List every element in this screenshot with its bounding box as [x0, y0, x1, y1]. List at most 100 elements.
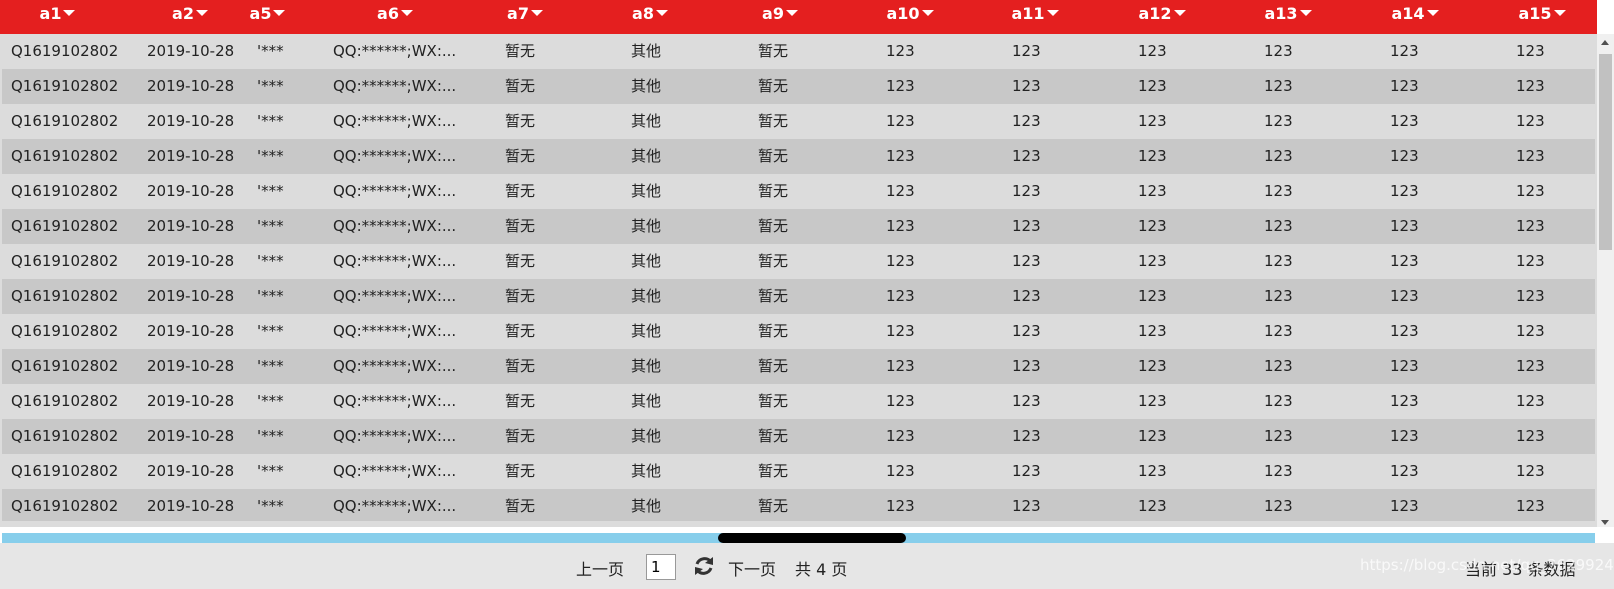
table-cell: 暂无: [758, 112, 789, 130]
table-cell: 123: [1264, 42, 1293, 60]
table-row[interactable]: Q1619102802 2019-10-28 '*** QQ:******;WX:..…: [2, 174, 1595, 209]
table-cell: 暂无: [505, 112, 536, 130]
column-header-a14[interactable]: a14: [1365, 0, 1465, 28]
table-cell: 暂无: [505, 322, 536, 340]
table-cell: 123: [1138, 287, 1167, 305]
column-header-label: a11: [1011, 4, 1045, 23]
table-row[interactable]: Q1619102802 2019-10-28 '*** QQ:******;WX:..…: [2, 314, 1595, 349]
horizontal-scrollbar-thumb[interactable]: [718, 533, 906, 543]
prev-page-button[interactable]: 上一页: [576, 556, 624, 580]
column-header-a9[interactable]: a9: [730, 0, 830, 28]
table-row[interactable]: Q1619102802 2019-10-28 '*** QQ:******;WX:..…: [2, 349, 1595, 384]
table-row[interactable]: Q1619102802 2019-10-28 '*** QQ:******;WX:..…: [2, 384, 1595, 419]
table-cell: 暂无: [758, 217, 789, 235]
table-cell: 123: [886, 112, 915, 130]
column-header-a15[interactable]: a15: [1492, 0, 1592, 28]
table-cell: QQ:******;WX:...: [333, 182, 455, 200]
sort-caret-icon[interactable]: [655, 10, 668, 16]
table-cell: 123: [1390, 497, 1419, 515]
column-header-label: a5: [249, 4, 272, 23]
table-cell: 暂无: [505, 497, 536, 515]
table-cell: 123: [886, 357, 915, 375]
sort-caret-icon[interactable]: [1426, 10, 1439, 16]
column-header-a7[interactable]: a7: [480, 0, 570, 28]
table-row[interactable]: Q1619102802 2019-10-28 '*** QQ:******;WX:..…: [2, 419, 1595, 454]
table-cell: 123: [1516, 42, 1545, 60]
sort-caret-icon[interactable]: [400, 10, 413, 16]
sort-caret-icon[interactable]: [1173, 10, 1186, 16]
column-header-a5[interactable]: a5: [245, 0, 290, 28]
table-cell: 123: [1264, 182, 1293, 200]
table-cell: 123: [886, 217, 915, 235]
sort-caret-icon[interactable]: [273, 10, 286, 16]
table-cell: 2019-10-28: [147, 42, 235, 60]
table-cell: 123: [1012, 497, 1041, 515]
sort-caret-icon[interactable]: [63, 10, 76, 16]
table-row[interactable]: Q1619102802 2019-10-28 '*** QQ:******;WX:..…: [2, 209, 1595, 244]
table-cell: 暂无: [758, 182, 789, 200]
table-cell: 123: [1264, 112, 1293, 130]
table-cell: 123: [1138, 147, 1167, 165]
sort-caret-icon[interactable]: [195, 10, 208, 16]
sort-caret-icon[interactable]: [1553, 10, 1566, 16]
column-header-a10[interactable]: a10: [860, 0, 960, 28]
sort-caret-icon[interactable]: [1299, 10, 1312, 16]
table-row[interactable]: Q1619102802 2019-10-28 '*** QQ:******;WX:..…: [2, 454, 1595, 489]
column-header-a8[interactable]: a8: [600, 0, 700, 28]
table-row[interactable]: Q1619102802 2019-10-28 '*** QQ:******;WX:..…: [2, 489, 1595, 521]
table-cell: 暂无: [758, 147, 789, 165]
table-cell: 其他: [631, 112, 662, 130]
column-header-a12[interactable]: a12: [1112, 0, 1212, 28]
table-cell: 123: [1012, 112, 1041, 130]
column-header-label: a12: [1138, 4, 1172, 23]
column-header-a13[interactable]: a13: [1238, 0, 1338, 28]
table-row[interactable]: Q1619102802 2019-10-28 '*** QQ:******;WX:..…: [2, 279, 1595, 314]
vertical-scrollbar-thumb[interactable]: [1599, 54, 1612, 250]
table-cell: 123: [886, 182, 915, 200]
column-header-a6[interactable]: a6: [300, 0, 490, 28]
table-cell: 123: [1012, 42, 1041, 60]
table-cell: 123: [1390, 217, 1419, 235]
table-row[interactable]: Q1619102802 2019-10-28 '*** QQ:******;WX:..…: [2, 69, 1595, 104]
table-cell: 2019-10-28: [147, 77, 235, 95]
table-cell: 暂无: [505, 462, 536, 480]
table-cell: 123: [886, 287, 915, 305]
table-cell: 暂无: [505, 147, 536, 165]
table-cell: 123: [1138, 217, 1167, 235]
column-header-a2[interactable]: a2: [140, 0, 240, 28]
sort-caret-icon[interactable]: [530, 10, 543, 16]
table-cell: 123: [1264, 392, 1293, 410]
table-cell: 123: [886, 147, 915, 165]
table-cell: Q1619102802: [11, 322, 119, 340]
table-cell: 123: [1516, 497, 1545, 515]
table-cell: 暂无: [758, 322, 789, 340]
table-cell: 123: [1516, 252, 1545, 270]
table-cell: 123: [1516, 182, 1545, 200]
refresh-icon[interactable]: [692, 554, 716, 578]
sort-caret-icon[interactable]: [785, 10, 798, 16]
table-cell: 123: [1138, 77, 1167, 95]
table-cell: Q1619102802: [11, 217, 119, 235]
table-cell: QQ:******;WX:...: [333, 147, 455, 165]
table-cell: 123: [1390, 287, 1419, 305]
scroll-down-arrow-icon[interactable]: [1601, 520, 1609, 525]
table-cell: 其他: [631, 182, 662, 200]
page-number-input[interactable]: [646, 554, 676, 580]
scroll-up-arrow-icon[interactable]: [1601, 40, 1609, 45]
table-cell: 其他: [631, 392, 662, 410]
table-row[interactable]: Q1619102802 2019-10-28 '*** QQ:******;WX:..…: [2, 244, 1595, 279]
table-cell: 123: [1264, 462, 1293, 480]
next-page-button[interactable]: 下一页: [728, 556, 776, 580]
table-row[interactable]: Q1619102802 2019-10-28 '*** QQ:******;WX:..…: [2, 104, 1595, 139]
table-cell: 123: [1516, 287, 1545, 305]
table-cell: 123: [1264, 77, 1293, 95]
column-header-a11[interactable]: a11: [985, 0, 1085, 28]
table-cell: 123: [1516, 322, 1545, 340]
sort-caret-icon[interactable]: [1046, 10, 1059, 16]
sort-caret-icon[interactable]: [921, 10, 934, 16]
table-row[interactable]: Q1619102802 2019-10-28 '*** QQ:******;WX:..…: [2, 34, 1595, 69]
table-cell: 123: [1516, 427, 1545, 445]
table-cell: QQ:******;WX:...: [333, 287, 455, 305]
column-header-a1[interactable]: a1: [0, 0, 115, 28]
table-row[interactable]: Q1619102802 2019-10-28 '*** QQ:******;WX:..…: [2, 139, 1595, 174]
